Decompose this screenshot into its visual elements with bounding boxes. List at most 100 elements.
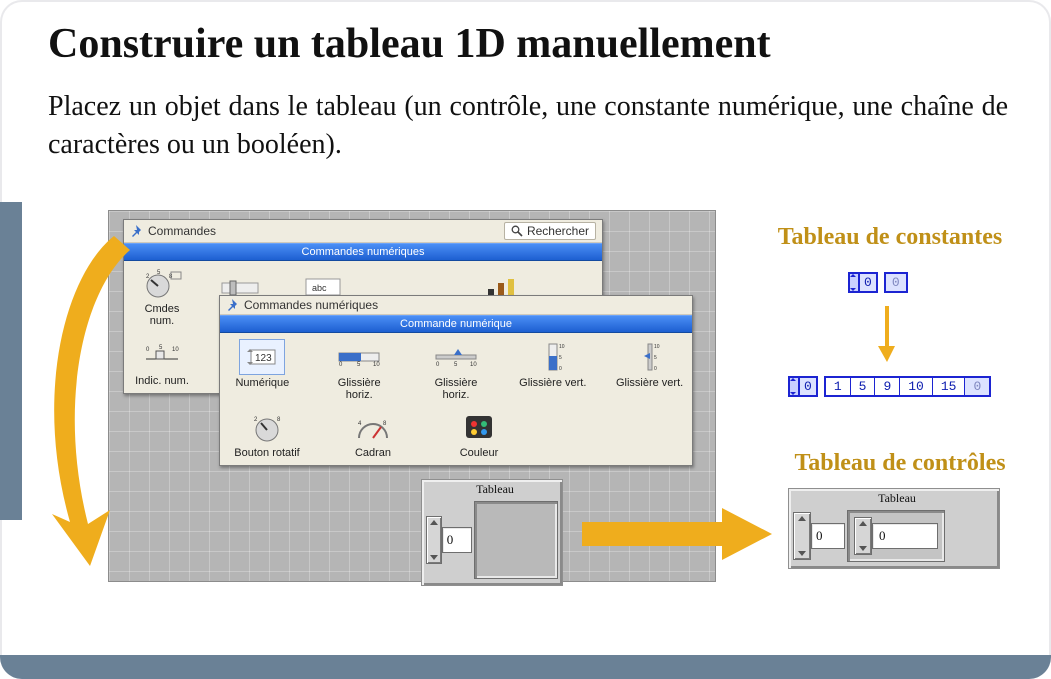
svg-text:0: 0 xyxy=(654,366,657,372)
array-control-filled[interactable]: Tableau 0 0 xyxy=(788,488,1000,569)
constant-array-single[interactable]: 0 0 xyxy=(848,272,908,293)
svg-text:8: 8 xyxy=(383,421,387,427)
numeric-control-icon: 123 xyxy=(239,339,285,375)
svg-text:123: 123 xyxy=(255,353,272,364)
palette-item-numeric[interactable]: 123 Numérique xyxy=(228,339,297,401)
constant-array-index[interactable]: 0 xyxy=(798,376,818,397)
palette-search-label: Rechercher xyxy=(527,224,589,238)
svg-text:0: 0 xyxy=(339,362,343,368)
svg-text:10: 10 xyxy=(654,344,660,350)
palette-numeric[interactable]: Commandes numériques Commande numérique … xyxy=(219,295,693,466)
palette-commands-titlebar: Commandes Rechercher xyxy=(124,220,602,243)
palette-item-hslider[interactable]: 0510 Glissière horiz. xyxy=(325,339,394,401)
pin-icon[interactable] xyxy=(226,298,240,312)
description-text: Placez un objet dans le tableau (un cont… xyxy=(48,88,1008,164)
hslider-fill-icon: 0510 xyxy=(336,339,382,375)
array-element-slot[interactable]: 0 xyxy=(847,510,945,562)
palette-item-label: Bouton rotatif xyxy=(234,447,299,459)
palette-numeric-title: Commandes numériques xyxy=(244,298,378,312)
numeric-control-value[interactable]: 0 xyxy=(872,523,938,549)
array-control-label: Tableau xyxy=(422,480,562,499)
page-title-text: Construire un tableau 1D manuellement xyxy=(48,21,771,67)
svg-text:10: 10 xyxy=(470,362,477,368)
svg-text:4: 4 xyxy=(358,421,362,427)
color-palette-icon xyxy=(456,409,502,445)
knob-icon: 258 xyxy=(140,267,184,301)
constant-array-element[interactable]: 0 xyxy=(884,272,908,293)
knob-icon: 28 xyxy=(244,409,290,445)
palette-item-label: Numérique xyxy=(235,377,289,389)
svg-text:5: 5 xyxy=(159,345,163,351)
svg-text:10: 10 xyxy=(172,347,179,353)
page-title: Construire un tableau 1D manuellement xyxy=(48,20,771,68)
palette-search-button[interactable]: Rechercher xyxy=(504,222,596,240)
svg-text:abc: abc xyxy=(312,283,327,293)
palette-item-vslider[interactable]: 10 5 0 Glissière vert. xyxy=(518,339,587,401)
array-element-slot[interactable] xyxy=(474,501,558,579)
dial-icon: 48 xyxy=(350,409,396,445)
array-cell[interactable]: 15 xyxy=(933,378,966,395)
array-cell[interactable]: 1 xyxy=(826,378,851,395)
palette-numeric-subtitle: Commande numérique xyxy=(220,315,692,333)
svg-text:10: 10 xyxy=(559,344,565,350)
constant-array-index[interactable]: 0 xyxy=(858,272,878,293)
palette-item-knob[interactable]: 28 Bouton rotatif xyxy=(228,409,306,459)
array-index-field[interactable]: 0 xyxy=(811,523,845,549)
down-arrow-icon xyxy=(878,306,896,362)
palette-item-label: Glissière vert. xyxy=(616,377,683,389)
palette-commands-subtitle: Commandes numériques xyxy=(124,243,602,261)
numeric-control-spinner[interactable] xyxy=(854,517,872,555)
svg-text:5: 5 xyxy=(454,362,458,368)
palette-item-hslider-ptr[interactable]: 0510 Glissière horiz. xyxy=(422,339,491,401)
chevron-up-icon xyxy=(798,516,806,521)
vslider-pointer-icon: 10 5 0 xyxy=(627,339,673,375)
chevron-up-icon xyxy=(430,520,438,525)
palette-item-label: Glissière vert. xyxy=(519,377,586,389)
array-cell[interactable]: 5 xyxy=(851,378,876,395)
svg-text:5: 5 xyxy=(654,355,657,361)
palette-item-color[interactable]: Couleur xyxy=(440,409,518,459)
slider-indicator-icon: 0 5 10 xyxy=(140,339,184,373)
array-cell[interactable]: 9 xyxy=(875,378,900,395)
svg-text:5: 5 xyxy=(559,355,562,361)
palette-numeric-titlebar: Commandes numériques xyxy=(220,296,692,315)
array-cell[interactable]: 0 xyxy=(965,378,989,395)
array-index-spinner[interactable] xyxy=(793,512,811,560)
header-constants: Tableau de constantes xyxy=(750,224,1030,251)
svg-text:2: 2 xyxy=(254,417,258,423)
hslider-pointer-icon: 0510 xyxy=(433,339,479,375)
search-icon xyxy=(511,225,523,237)
constant-array-spinner[interactable] xyxy=(788,376,798,397)
constant-array-values[interactable]: 1 5 9 10 15 0 xyxy=(824,376,991,397)
svg-text:10: 10 xyxy=(373,362,380,368)
header-constants-text: Tableau de constantes xyxy=(778,224,1002,250)
array-index-field[interactable]: 0 xyxy=(442,527,472,553)
accent-left xyxy=(0,202,22,520)
array-index-spinner[interactable] xyxy=(426,516,442,564)
array-control-empty[interactable]: Tableau 0 xyxy=(421,479,563,586)
svg-text:8: 8 xyxy=(277,417,281,423)
slide: Construire un tableau 1D manuellement Pl… xyxy=(0,0,1051,679)
palette-item-vslider-ptr[interactable]: 10 5 0 Glissière vert. xyxy=(615,339,684,401)
palette-item-dial[interactable]: 48 Cadran xyxy=(334,409,412,459)
constant-array-spinner[interactable] xyxy=(848,272,858,293)
palette-item-label: Cadran xyxy=(355,447,391,459)
chevron-down-icon xyxy=(850,288,856,291)
right-arrow-icon xyxy=(582,508,772,560)
svg-text:0: 0 xyxy=(146,347,150,353)
chevron-up-icon xyxy=(850,274,856,277)
palette-item-label: Couleur xyxy=(460,447,499,459)
header-controls: Tableau de contrôles xyxy=(760,450,1040,477)
constant-array-filled[interactable]: 0 1 5 9 10 15 0 xyxy=(788,376,991,397)
array-control-label: Tableau xyxy=(789,489,999,508)
accent-bottom xyxy=(0,655,1051,679)
palette-item-label: Glissière horiz. xyxy=(422,377,491,401)
chevron-up-icon xyxy=(859,521,867,526)
chevron-down-icon xyxy=(859,546,867,551)
svg-text:0: 0 xyxy=(559,366,562,372)
chevron-up-icon xyxy=(790,378,796,381)
palette-item-label: Glissière horiz. xyxy=(325,377,394,401)
chevron-down-icon xyxy=(790,392,796,395)
chevron-down-icon xyxy=(430,555,438,560)
array-cell[interactable]: 10 xyxy=(900,378,933,395)
